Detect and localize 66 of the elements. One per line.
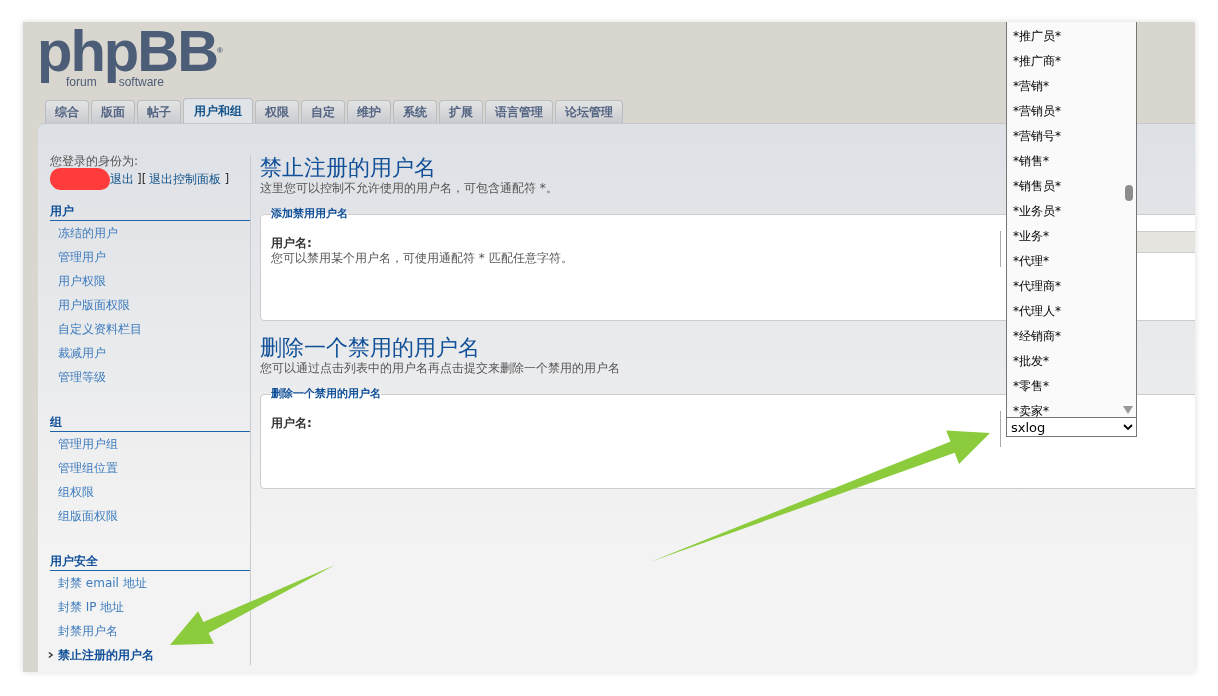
menu-section-title: 组 <box>50 415 250 432</box>
nav-tab[interactable]: 用户和组 <box>183 98 253 123</box>
nav-tab[interactable]: 论坛管理 <box>555 100 623 123</box>
username-select[interactable]: sxlog <box>1006 417 1137 437</box>
chevron-down-icon <box>1123 424 1133 430</box>
dropdown-option[interactable]: *代理商* <box>1007 274 1136 299</box>
nav-tab[interactable]: 综合 <box>45 100 89 123</box>
sidebar-item[interactable]: 封禁用户名 <box>50 622 118 640</box>
exit-panel-link[interactable]: 退出控制面板 <box>149 171 222 187</box>
nav-tab[interactable]: 系统 <box>393 100 437 123</box>
phpbb-logo: phpBB® forum software <box>37 26 223 90</box>
logout-link[interactable]: 退出 <box>110 171 134 187</box>
fieldset-legend: 添加禁用用户名 <box>271 206 348 221</box>
field-label: 用户名: <box>271 236 313 251</box>
sidebar-item[interactable]: 封禁 IP 地址 <box>50 598 125 616</box>
dropdown-option[interactable]: *业务* <box>1007 224 1136 249</box>
sidebar-item[interactable]: 用户版面权限 <box>50 296 130 314</box>
scrollbar-thumb[interactable] <box>1125 185 1133 201</box>
dropdown-option[interactable]: *批发* <box>1007 349 1136 374</box>
nav-tab[interactable]: 维护 <box>347 100 391 123</box>
sidebar-item[interactable]: 用户权限 <box>50 272 106 290</box>
separator-text: ] <box>224 171 230 187</box>
sidebar-item[interactable]: 自定义资料栏目 <box>50 320 142 338</box>
dropdown-option[interactable]: *营销号* <box>1007 124 1136 149</box>
dropdown-option[interactable]: *卖家* <box>1007 399 1136 417</box>
dropdown-option[interactable]: *推广员* <box>1007 24 1136 49</box>
dropdown-option[interactable]: *营销员* <box>1007 99 1136 124</box>
sidebar-item[interactable]: 裁减用户 <box>50 344 106 362</box>
menu-section-title: 用户 <box>50 204 250 221</box>
nav-tab[interactable]: 权限 <box>255 100 299 123</box>
sidebar-item[interactable]: 冻结的用户 <box>50 224 118 242</box>
fieldset-legend: 删除一个禁用的用户名 <box>271 386 381 401</box>
menu-section-title: 用户安全 <box>50 554 250 571</box>
section-description: 这里您可以控制不允许使用的用户名，可包含通配符 *。 <box>260 181 558 195</box>
separator-text: ][ <box>137 171 147 187</box>
scroll-down-icon[interactable] <box>1123 406 1133 414</box>
dropdown-option[interactable]: *销售员* <box>1007 174 1136 199</box>
nav-tab[interactable]: 扩展 <box>439 100 483 123</box>
nav-tab[interactable]: 自定 <box>301 100 345 123</box>
dropdown-option[interactable]: *代理人* <box>1007 299 1136 324</box>
dropdown-option[interactable]: *零售* <box>1007 374 1136 399</box>
dropdown-option[interactable]: *销售* <box>1007 149 1136 174</box>
field-hint: 您可以禁用某个用户名，可使用通配符 * 匹配任意字符。 <box>271 251 574 266</box>
sidebar-item[interactable]: 禁止注册的用户名 <box>50 646 154 664</box>
section-heading: 禁止注册的用户名 <box>260 155 436 181</box>
redaction-mark <box>50 168 110 190</box>
sidebar-item[interactable]: 管理用户组 <box>50 435 118 453</box>
sidebar-item[interactable]: 管理等级 <box>50 368 106 386</box>
pointer-icon <box>48 651 53 659</box>
field-label: 用户名: <box>271 416 313 431</box>
sidebar-item[interactable]: 组权限 <box>50 483 94 501</box>
dropdown-option[interactable]: *代理* <box>1007 249 1136 274</box>
sidebar-item[interactable]: 封禁 email 地址 <box>50 574 147 592</box>
sidebar-item[interactable]: 组版面权限 <box>50 507 118 525</box>
dropdown-option[interactable]: *营销* <box>1007 74 1136 99</box>
dropdown-option[interactable]: *业务员* <box>1007 199 1136 224</box>
dropdown-option[interactable]: *经销商* <box>1007 324 1136 349</box>
sidebar-item[interactable]: 管理用户 <box>50 248 106 266</box>
nav-tab[interactable]: 语言管理 <box>485 100 553 123</box>
nav-tab[interactable]: 版面 <box>91 100 135 123</box>
dropdown-option[interactable]: *推广商* <box>1007 49 1136 74</box>
section-heading: 删除一个禁用的用户名 <box>260 335 480 361</box>
login-label: 您登录的身份为: <box>50 154 140 169</box>
sidebar-item[interactable]: 管理组位置 <box>50 459 118 477</box>
section-description: 您可以通过点击列表中的用户名再点击提交来删除一个禁用的用户名 <box>260 361 620 375</box>
nav-tab[interactable]: 帖子 <box>137 100 181 123</box>
